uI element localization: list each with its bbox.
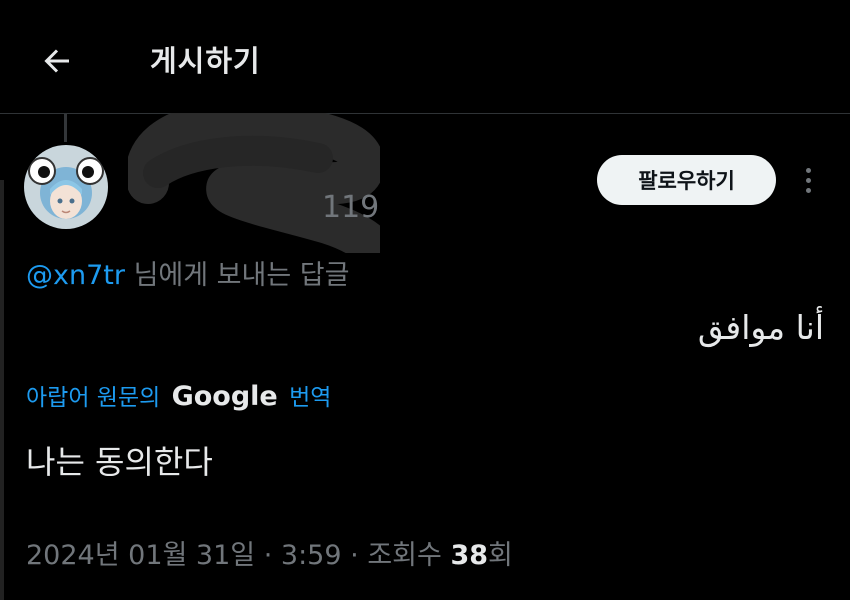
reply-context: @xn7tr 님에게 보내는 답글 — [26, 253, 349, 292]
separator: · — [350, 540, 359, 571]
tweet-date[interactable]: 2024년 01월 31일 — [26, 540, 255, 571]
translation-prefix: 아랍어 원문의 — [26, 385, 161, 411]
follow-button[interactable]: 팔로우하기 — [597, 155, 776, 205]
more-vertical-icon — [805, 167, 811, 173]
views-count: 38 — [450, 540, 489, 571]
views-label: 조회수 — [367, 540, 442, 571]
page-title: 게시하기 — [150, 44, 261, 78]
views-unit: 회 — [488, 540, 513, 571]
translation-suffix: 번역 — [289, 385, 332, 411]
tweet-time[interactable]: 3:59 — [281, 540, 342, 571]
back-button[interactable] — [34, 38, 80, 84]
author-handle: 119 — [322, 190, 380, 225]
arrow-left-icon — [44, 49, 69, 73]
translated-text: 나는 동의한다 — [26, 443, 213, 481]
top-bar: 게시하기 — [0, 0, 850, 114]
more-vertical-icon — [805, 177, 811, 183]
google-brand: Google — [171, 381, 278, 412]
more-options-button[interactable] — [793, 162, 823, 198]
avatar[interactable] — [24, 145, 108, 229]
separator: · — [263, 540, 273, 571]
left-divider — [0, 180, 4, 600]
translation-attribution[interactable]: 아랍어 원문의 Google 번역 — [26, 378, 331, 412]
more-vertical-icon — [805, 187, 811, 193]
anime-avatar-icon — [24, 145, 108, 229]
tweet-metadata: 2024년 01월 31일 · 3:59 · 조회수 38회 — [26, 533, 513, 572]
reply-suffix: 님에게 보내는 답글 — [133, 260, 350, 291]
tweet-text: أنا موافق — [697, 308, 824, 347]
thread-connector-line — [64, 114, 67, 142]
mention-link[interactable]: @xn7tr — [26, 260, 125, 291]
redaction-scribble — [128, 113, 380, 253]
